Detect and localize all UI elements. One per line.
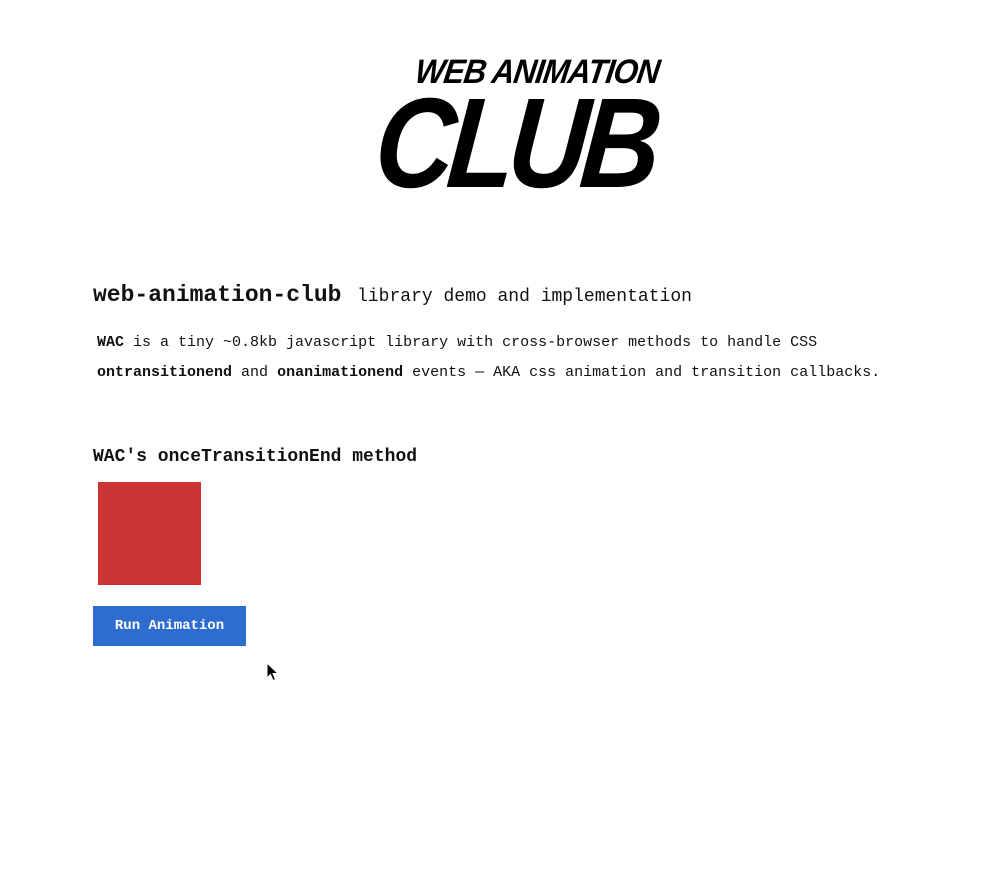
logo-line-club: CLUB [369, 72, 661, 215]
run-animation-button[interactable]: Run Animation [93, 606, 246, 646]
section-title: WAC's onceTransitionEnd method [93, 447, 418, 467]
intro-paragraph: WAC is a tiny ~0.8kb javascript library … [97, 328, 917, 388]
intro-text-2: events — AKA css animation and transitio… [412, 364, 881, 381]
intro-text-1: is a tiny ~0.8kb javascript library with… [133, 334, 818, 351]
ontransitionend-code: ontransitionend [97, 364, 233, 381]
mouse-pointer-icon [266, 662, 280, 682]
library-name: web-animation-club [93, 282, 342, 308]
onanimationend-code: onanimationend [277, 364, 404, 381]
web-animation-club-logo: WEB ANIMATION CLUB [370, 50, 662, 215]
page-title: web-animation-club library demo and impl… [93, 282, 692, 308]
library-description: library demo and implementation [357, 287, 692, 307]
intro-and: and [241, 364, 269, 381]
animation-demo-box [98, 482, 201, 585]
wac-code: WAC [97, 334, 125, 351]
